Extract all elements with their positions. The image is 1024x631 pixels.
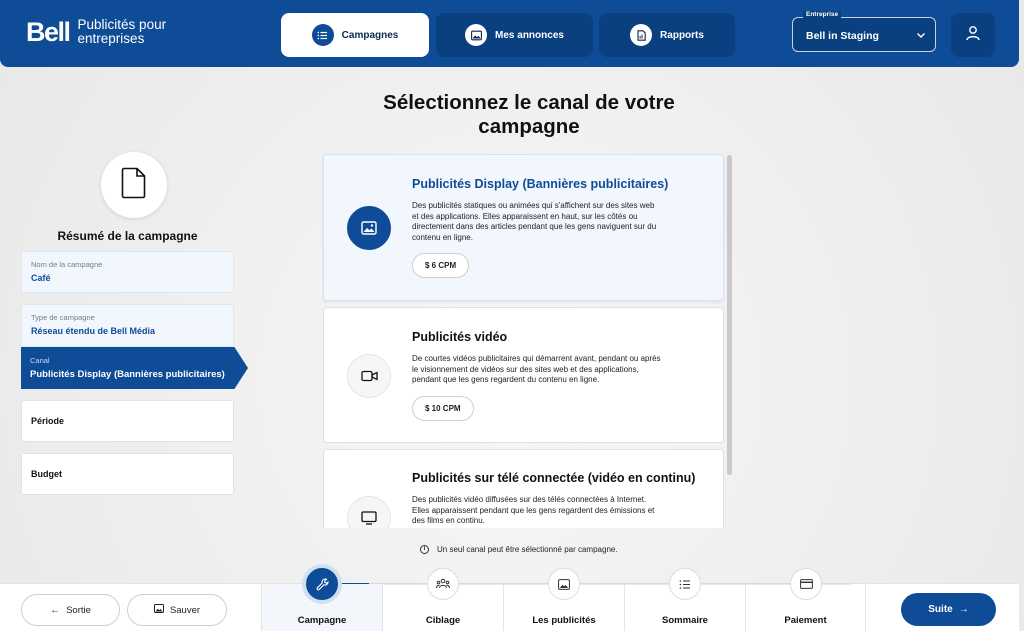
channel-list: Publicités Display (Bannières publicitai… xyxy=(322,154,725,528)
arrow-right-icon: → xyxy=(958,604,969,615)
note-text: Un seul canal peut être sélectionné par … xyxy=(437,545,618,554)
exit-label: Sortie xyxy=(66,604,91,616)
nav-rapports[interactable]: Rapports xyxy=(599,13,735,57)
active-step-arrow xyxy=(21,347,248,389)
summary-budget[interactable]: Budget xyxy=(21,453,234,495)
summary-label: Période xyxy=(31,416,65,426)
company-label: Entreprise xyxy=(803,11,842,18)
tv-icon xyxy=(347,496,391,528)
progress-steps: Campagne Ciblage Les publicités Sommaire… xyxy=(261,568,867,631)
step-publicites[interactable]: Les publicités xyxy=(503,568,624,631)
image-icon xyxy=(465,24,488,46)
step-label: Campagne xyxy=(297,615,347,626)
company-value: Bell in Staging xyxy=(806,30,879,42)
step-label: Paiement xyxy=(784,615,827,626)
chevron-down-icon xyxy=(915,28,927,46)
summary-campaign-name[interactable]: Nom de la campagne Café xyxy=(21,251,234,293)
summary-value: Publicités Display (Bannières publicitai… xyxy=(30,369,225,380)
summary-value: Café xyxy=(31,273,51,283)
channel-description: De courtes vidéos publicitaires qui déma… xyxy=(412,354,661,384)
summary-channel[interactable]: Canal Publicités Display (Bannières publ… xyxy=(21,347,248,389)
summary-campaign-type[interactable]: Type de campagne Réseau étendu de Bell M… xyxy=(21,304,234,347)
document-icon-circle xyxy=(101,152,167,218)
next-button[interactable]: Suite → xyxy=(901,593,996,626)
channel-title: Publicités Display (Bannières publicitai… xyxy=(412,177,669,191)
arrow-left-icon: ← xyxy=(50,604,61,616)
summary-value: Réseau étendu de Bell Média xyxy=(31,326,156,336)
channel-description: Des publicités vidéo diffusées sur des t… xyxy=(412,495,655,525)
wrench-icon xyxy=(306,568,338,600)
page-title: Sélectionnez le canal de votre campagne xyxy=(383,91,675,138)
audience-icon xyxy=(427,568,459,600)
save-button[interactable]: Sauver xyxy=(127,594,227,626)
nav-label: Mes annonces xyxy=(495,29,564,41)
info-icon: i xyxy=(420,545,429,554)
channel-list-scrollbar[interactable] xyxy=(727,155,732,475)
step-label: Ciblage xyxy=(425,615,461,626)
summary-period[interactable]: Période xyxy=(21,400,234,442)
logo-mark: Bell xyxy=(26,17,71,47)
channel-title: Publicités sur télé connectée (vidéo en … xyxy=(412,471,696,485)
summary-label: Type de campagne xyxy=(31,313,95,322)
bell-logo[interactable]: Bell Publicités pour entreprises xyxy=(26,16,178,48)
next-label: Suite xyxy=(928,604,953,615)
step-paiement[interactable]: Paiement xyxy=(745,568,866,631)
user-account-button[interactable] xyxy=(951,13,995,57)
exit-button[interactable]: ← Sortie xyxy=(21,594,120,626)
nav-mes-annonces[interactable]: Mes annonces xyxy=(436,13,593,57)
nav-label: Campagnes xyxy=(341,29,399,41)
step-campagne[interactable]: Campagne xyxy=(261,568,382,631)
channel-note: i Un seul canal peut être sélectionné pa… xyxy=(420,545,618,554)
step-label: Les publicités xyxy=(532,615,596,626)
image-icon xyxy=(153,604,164,616)
credit-card-icon xyxy=(790,568,822,600)
channel-card-video[interactable]: Publicités vidéo De courtes vidéos publi… xyxy=(323,307,724,443)
channel-price-badge: $ 10 CPM xyxy=(412,396,474,421)
summary-label: Budget xyxy=(31,469,62,479)
summary-label: Nom de la campagne xyxy=(31,260,103,269)
channel-card-ctv[interactable]: Publicités sur télé connectée (vidéo en … xyxy=(323,449,724,528)
nav-campagnes[interactable]: Campagnes xyxy=(281,13,429,57)
channel-card-display[interactable]: Publicités Display (Bannières publicitai… xyxy=(323,154,724,301)
top-header: Bell Publicités pour entreprises Campagn… xyxy=(0,0,1019,67)
logo-subtitle: Publicités pour entreprises xyxy=(77,17,167,46)
save-label: Sauver xyxy=(169,604,201,616)
image-icon xyxy=(347,206,391,250)
list-icon xyxy=(669,568,701,600)
summary-label: Canal xyxy=(30,356,50,365)
company-select[interactable]: Entreprise Bell in Staging xyxy=(792,11,936,52)
image-icon xyxy=(548,568,580,600)
channel-price-badge: $ 6 CPM xyxy=(412,253,470,278)
document-icon xyxy=(121,167,147,204)
channel-description: Des publicités statiques ou animées qui … xyxy=(412,201,657,242)
nav-label: Rapports xyxy=(660,29,704,41)
list-icon xyxy=(311,24,334,46)
channel-title: Publicités vidéo xyxy=(412,330,508,344)
step-label: Sommaire xyxy=(662,615,708,626)
footer-bar: ← Sortie Sauver Campagne Ciblage Les pub… xyxy=(0,568,1019,631)
summary-title: Résumé de la campagne xyxy=(57,229,198,243)
video-camera-icon xyxy=(347,354,391,398)
report-icon xyxy=(630,24,653,46)
user-icon xyxy=(965,25,981,46)
step-ciblage[interactable]: Ciblage xyxy=(382,568,503,631)
step-sommaire[interactable]: Sommaire xyxy=(624,568,745,631)
